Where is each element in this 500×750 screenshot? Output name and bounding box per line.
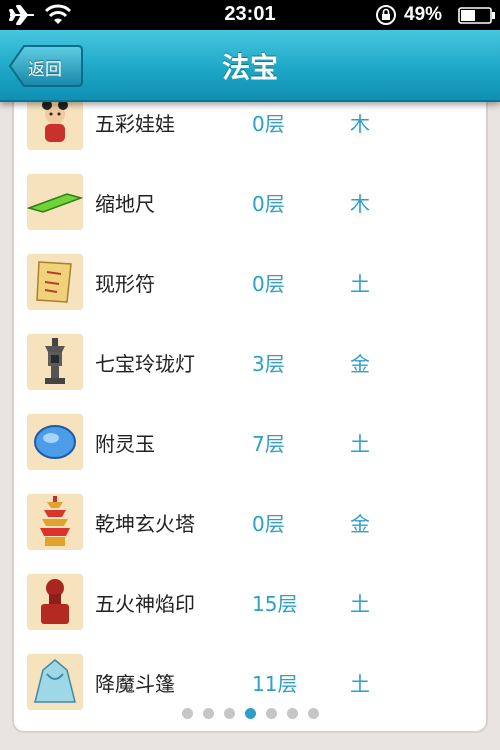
item-level: 11层 bbox=[252, 672, 298, 696]
rotation-lock-icon bbox=[376, 5, 396, 25]
doll-icon bbox=[27, 100, 83, 150]
battery-icon bbox=[458, 7, 495, 24]
status-bar: 23:01 49% bbox=[0, 0, 500, 30]
item-level: 7层 bbox=[252, 432, 285, 456]
battery-percentage: 49% bbox=[404, 4, 443, 25]
cloak-icon bbox=[27, 654, 83, 710]
page-dot[interactable] bbox=[286, 708, 298, 719]
page-dot[interactable] bbox=[223, 708, 235, 719]
seal-icon bbox=[27, 574, 83, 630]
item-element: 土 bbox=[350, 272, 370, 296]
item-name: 现形符 bbox=[95, 272, 155, 296]
item-name: 附灵玉 bbox=[95, 432, 155, 456]
item-name: 缩地尺 bbox=[95, 192, 155, 216]
item-element: 木 bbox=[350, 192, 370, 216]
item-element: 土 bbox=[350, 672, 370, 696]
navigation-bar: 返回 法宝 bbox=[0, 30, 500, 102]
list-item[interactable]: 现形符 0层 土 bbox=[14, 242, 486, 322]
page-title: 法宝 bbox=[221, 51, 278, 84]
page-dot[interactable] bbox=[244, 708, 256, 719]
ruler-icon bbox=[27, 174, 83, 230]
item-name: 乾坤玄火塔 bbox=[95, 512, 195, 536]
page-dot[interactable] bbox=[181, 708, 193, 719]
item-level: 15层 bbox=[252, 592, 298, 616]
lantern-icon bbox=[27, 334, 83, 390]
item-name: 五彩娃娃 bbox=[95, 112, 175, 136]
list-item[interactable]: 五彩娃娃 0层 木 bbox=[14, 100, 486, 162]
item-level: 0层 bbox=[252, 192, 285, 216]
item-element: 金 bbox=[350, 352, 370, 376]
page-indicator[interactable] bbox=[0, 708, 500, 722]
item-name: 降魔斗篷 bbox=[95, 672, 175, 696]
page-dot[interactable] bbox=[202, 708, 214, 719]
item-level: 0层 bbox=[252, 272, 285, 296]
list-item[interactable]: 七宝玲珑灯 3层 金 bbox=[14, 322, 486, 402]
treasure-list: 五彩娃娃 0层 木 缩地尺 0层 木 现形符 0层 土 七宝玲珑灯 3层 金 附… bbox=[12, 100, 488, 733]
page-dot[interactable] bbox=[307, 708, 319, 719]
item-element: 木 bbox=[350, 112, 370, 136]
item-element: 土 bbox=[350, 432, 370, 456]
item-level: 3层 bbox=[252, 352, 285, 376]
jade-icon bbox=[27, 414, 83, 470]
item-name: 五火神焰印 bbox=[95, 592, 195, 616]
item-element: 土 bbox=[350, 592, 370, 616]
item-name: 七宝玲珑灯 bbox=[95, 352, 195, 376]
list-item[interactable]: 附灵玉 7层 土 bbox=[14, 402, 486, 482]
item-level: 0层 bbox=[252, 112, 285, 136]
list-item[interactable]: 五火神焰印 15层 土 bbox=[14, 562, 486, 642]
item-level: 0层 bbox=[252, 512, 285, 536]
pagoda-icon bbox=[27, 494, 83, 550]
list-item[interactable]: 缩地尺 0层 木 bbox=[14, 162, 486, 242]
list-item[interactable]: 乾坤玄火塔 0层 金 bbox=[14, 482, 486, 562]
page-dot[interactable] bbox=[265, 708, 277, 719]
talisman-scroll-icon bbox=[27, 254, 83, 310]
item-element: 金 bbox=[350, 512, 370, 536]
